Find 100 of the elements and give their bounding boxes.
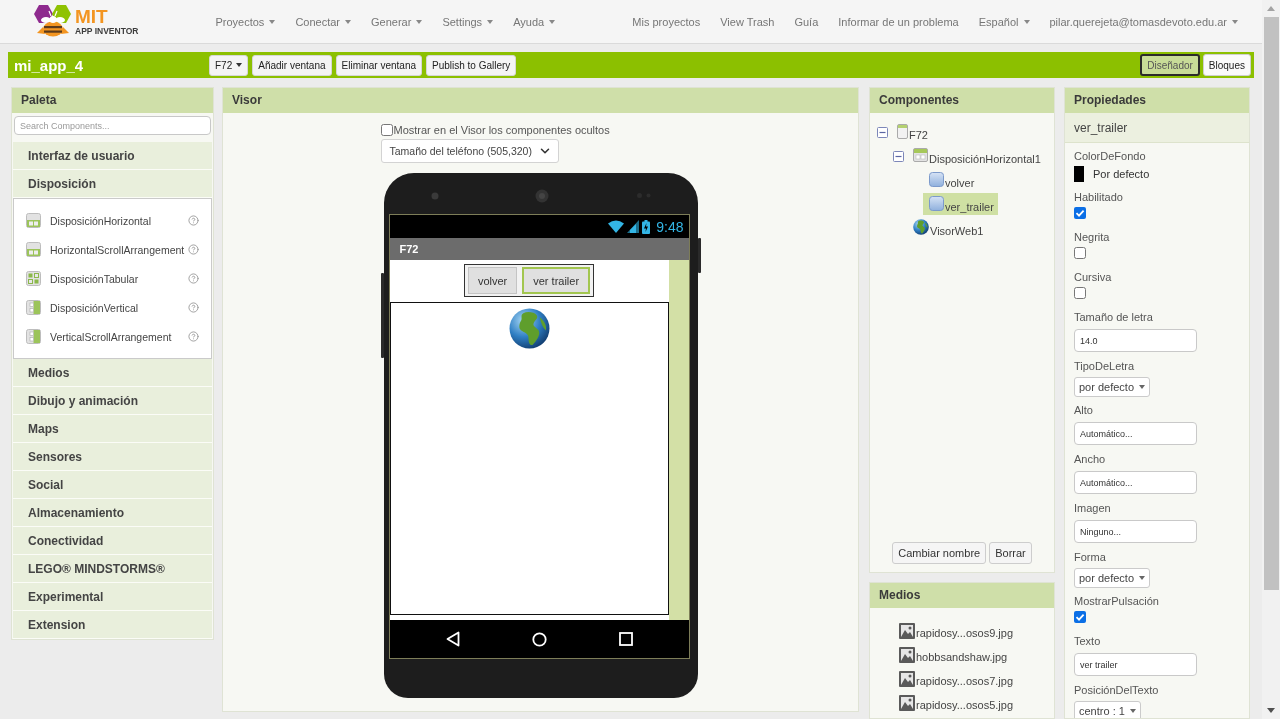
caret-icon [1139,385,1146,389]
text-field[interactable]: ver trailer [1074,653,1197,676]
mode-tab[interactable]: Bloques [1202,54,1251,76]
toolbar-button[interactable]: Eliminar ventana [335,54,422,76]
caret-icon [1232,19,1238,24]
palette-category[interactable]: Social [13,471,212,499]
wifi-icon [608,220,625,233]
app-button[interactable]: ver trailer [522,267,591,294]
phone-side-bump [697,238,701,273]
panel-header: Propiedades [1065,88,1249,113]
collapse-icon[interactable] [877,126,888,138]
media-file[interactable]: rapidosy...osos7.jpg [899,663,1014,687]
palette-item[interactable]: HorizontalScrollArrangement [26,242,185,257]
nav-link[interactable]: View Trash [720,15,775,28]
checkbox[interactable] [380,124,393,136]
tree-item[interactable]: volver [923,169,979,191]
search-field[interactable]: Search Components... [14,116,211,135]
palette-category[interactable]: LEGO® MINDSTORMS® [13,555,212,583]
logo-title: MIT [75,7,109,26]
toolbar-button[interactable]: Añadir ventana [252,54,332,76]
caret-icon [1139,576,1146,580]
palette-category[interactable]: Conectividad [13,527,212,555]
button-icon [929,171,944,187]
palette-category[interactable]: Almacenamiento [13,499,212,527]
earpiece-dot-icon [430,191,439,200]
dropdown[interactable]: centro : 1 [1074,701,1141,718]
nav-link[interactable]: pilar.querejeta@tomasdevoto.edu.ar [1049,15,1238,28]
color-value: Por defecto [1093,168,1150,180]
nav-menu[interactable]: Generar [371,15,423,28]
scrollbar[interactable] [1262,0,1280,719]
property-label: MostrarPulsación [1074,594,1159,608]
panel-button[interactable]: Cambiar nombre [892,542,987,564]
palette-category[interactable]: Medios [13,359,212,387]
tree-item[interactable]: VisorWeb1 [907,217,988,239]
palette-item[interactable]: DisposiciónVertical [26,300,139,315]
recent-apps-icon[interactable] [618,632,633,646]
property-label: TipoDeLetra [1074,359,1135,373]
palette-item[interactable]: DisposiciónHorizontal [26,213,151,228]
panel-button[interactable]: Borrar [989,542,1032,564]
layout-icon [913,148,928,162]
nav-menu[interactable]: Conectar [295,15,351,28]
nav-link[interactable]: Español [978,15,1030,28]
palette-category[interactable]: Experimental [13,583,212,611]
nav-link[interactable]: Mis proyectos [632,15,701,28]
home-icon[interactable] [531,631,547,647]
phone-size-dropdown[interactable]: Tamaño del teléfono (505,320) [380,139,559,163]
property-label: Cursiva [1074,270,1112,284]
media-file[interactable]: rapidosy...osos9.jpg [899,615,1014,639]
checkbox[interactable] [1074,247,1086,259]
dropdown[interactable]: por defecto [1074,568,1151,588]
toolbar-button[interactable]: Publish to Gallery [426,54,517,76]
down-arrow-icon[interactable] [1267,708,1275,713]
horizontal-layout-icon [26,213,41,228]
nav-menu[interactable]: Proyectos [215,15,276,28]
status-time: 9:48 [656,218,684,235]
media-file[interactable]: hobbsandshaw.jpg [899,639,1008,663]
mode-tab[interactable]: Diseñador [1140,54,1200,76]
palette-item[interactable]: DisposiciónTabular [26,271,139,286]
palette-category[interactable]: Maps [13,415,212,443]
palette-category[interactable]: Dibujo y animación [13,387,212,415]
palette-category[interactable]: Disposición [13,170,212,198]
caret-icon [416,19,423,24]
property-label: Habilitado [1074,190,1123,204]
text-field[interactable]: Automático... [1074,422,1197,445]
caret-icon [236,63,243,67]
image-icon [899,695,915,711]
text-field[interactable]: Automático... [1074,471,1197,494]
panel-header: Paleta [12,88,213,113]
property-label: ColorDeFondo [1074,149,1146,163]
caret-icon [269,19,276,24]
checkbox[interactable] [1074,287,1086,299]
nav-link[interactable]: Guía [794,15,819,28]
tree-item[interactable]: DisposiciónHorizontal1 [907,145,1045,167]
dropdown[interactable]: por defecto [1074,377,1151,397]
nav-link[interactable]: Informar de un problema [838,15,959,28]
media-file[interactable]: rapidosy...osos5.jpg [899,687,1014,711]
back-icon[interactable] [445,631,460,647]
caret-icon [345,19,351,24]
logo-subtitle: APP INVENTOR [75,25,139,36]
color-swatch[interactable] [1074,166,1084,182]
palette-category[interactable]: Interfaz de usuario [13,142,212,170]
text-field[interactable]: 14.0 [1074,329,1197,352]
text-field[interactable]: Ninguno... [1074,520,1197,543]
checkbox[interactable] [1074,611,1086,623]
tree-item[interactable]: F72 [891,121,932,143]
toolbar-button[interactable]: F72 [209,54,249,76]
app-button[interactable]: volver [467,267,518,294]
scrollbar-thumb[interactable] [1263,17,1279,590]
vertical-layout-icon [26,300,41,315]
globe-icon [508,308,550,349]
tree-item[interactable]: ver_trailer [923,193,998,215]
battery-icon [642,219,651,234]
palette-category[interactable]: Extension [13,611,212,639]
selected-component-name: ver_trailer [1065,113,1249,143]
palette-category[interactable]: Sensores [13,443,212,471]
palette-item[interactable]: VerticalScrollArrangement [26,329,172,344]
checkbox[interactable] [1074,207,1086,219]
nav-menu[interactable]: Ayuda [513,15,556,28]
nav-menu[interactable]: Settings [442,15,494,28]
collapse-icon[interactable] [893,150,904,162]
